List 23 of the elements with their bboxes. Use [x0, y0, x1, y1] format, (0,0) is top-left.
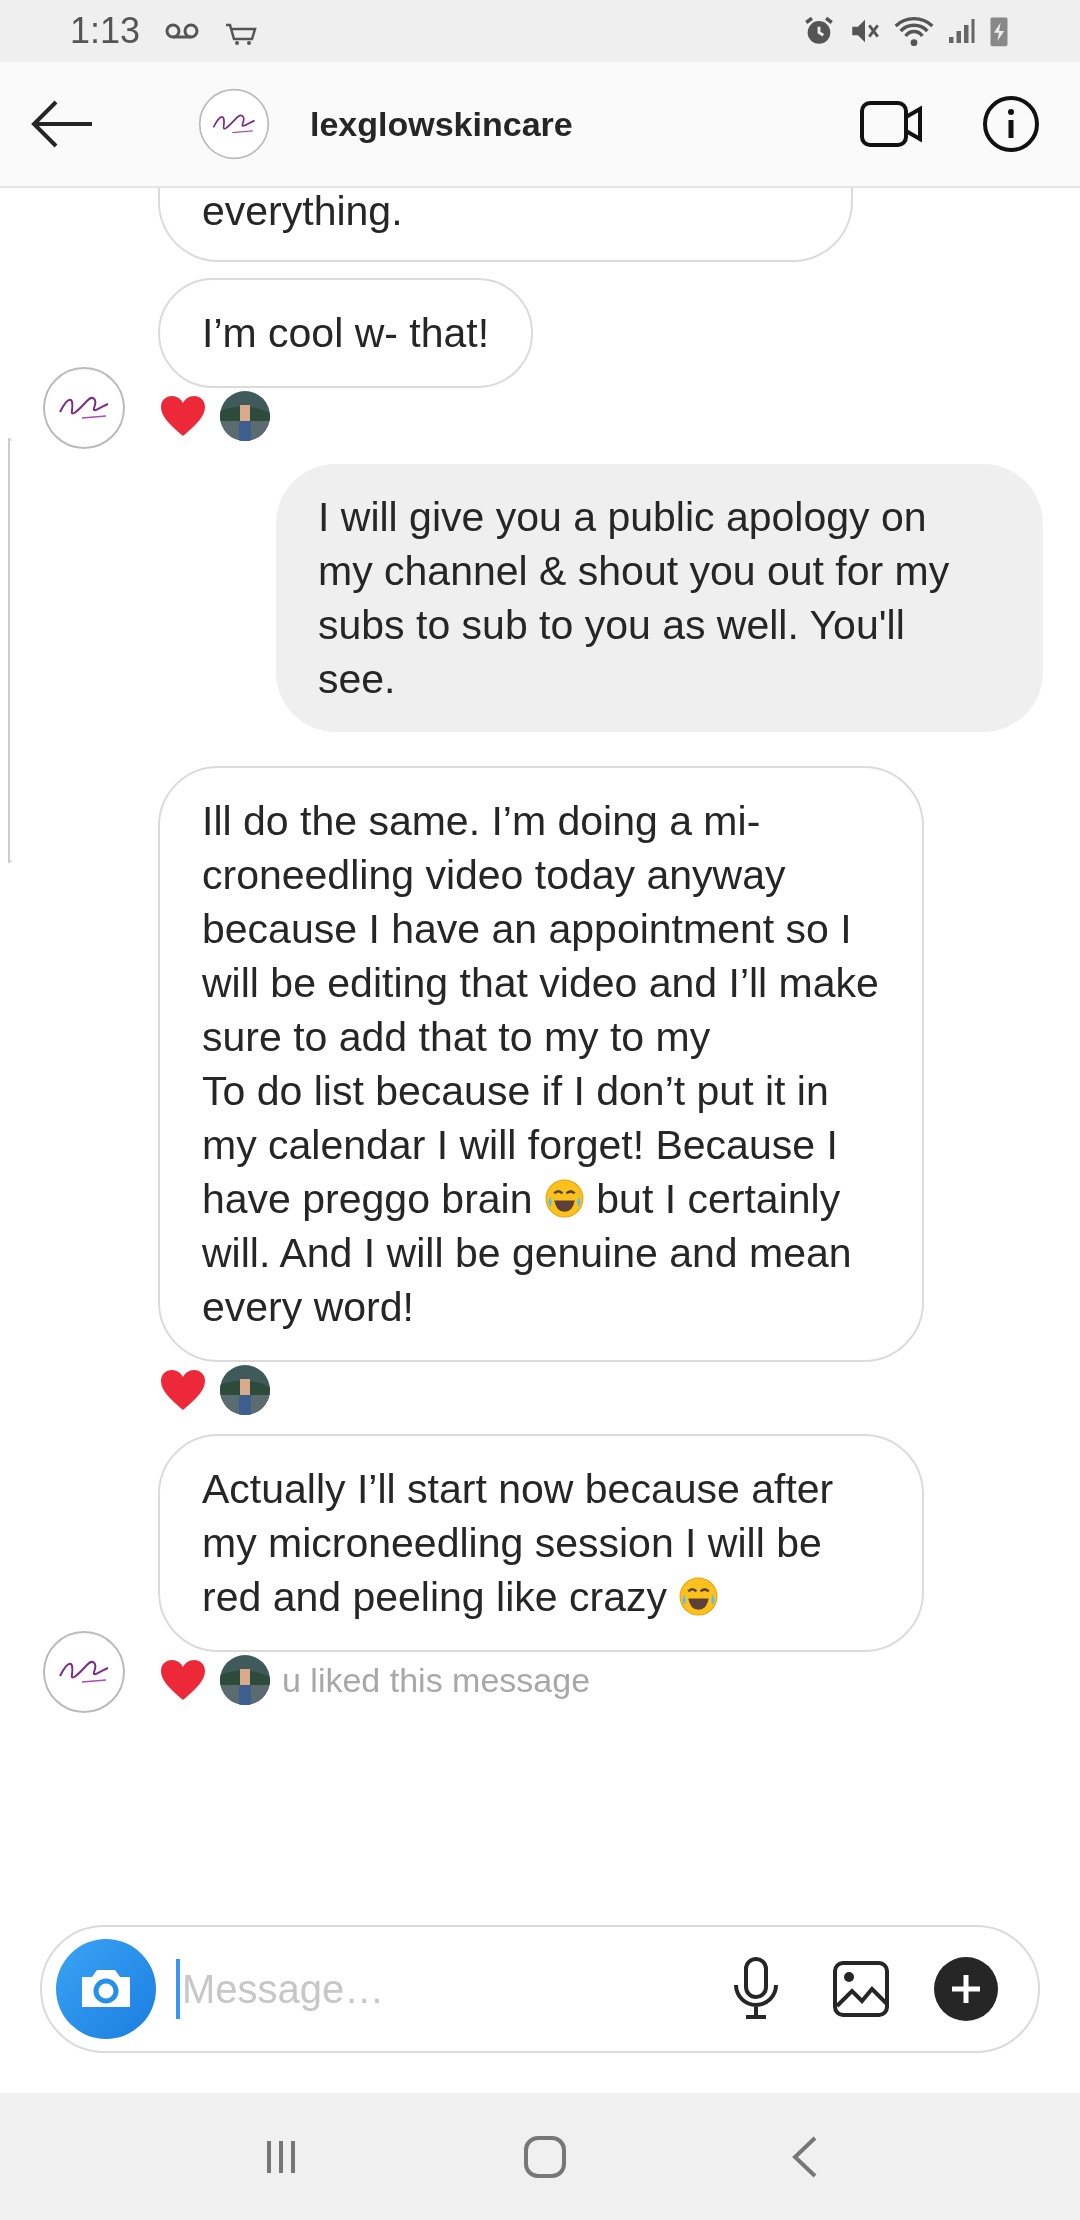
add-icon[interactable] [934, 1957, 998, 2021]
message-bubble: I’m cool w- that! [158, 278, 534, 388]
message-bubble: everything. [158, 188, 853, 262]
camera-button-icon[interactable] [56, 1939, 156, 2039]
microphone-icon[interactable] [732, 1957, 780, 2021]
liked-caption: u liked this message [282, 1659, 591, 1701]
username[interactable]: lexglowskincare [310, 98, 573, 150]
message-bubble: Actually I’ll start now because after my microneedling session I will be red and peeling like crazy [158, 1434, 924, 1652]
message-composer[interactable]: Message… [40, 1925, 1040, 2053]
status-time: 1:13 [70, 9, 141, 53]
wifi-icon [894, 14, 934, 48]
laughing-emoji-icon [543, 1178, 585, 1220]
gallery-icon[interactable] [832, 1960, 890, 2018]
message-input[interactable]: Message… [176, 1959, 732, 2019]
info-icon[interactable] [982, 95, 1040, 153]
home-icon[interactable] [523, 2134, 567, 2179]
battery-icon [988, 14, 1010, 48]
logo-avatar [198, 88, 270, 160]
message-bubble: I will give you a public apology on my channel & shout you out for my subs to sub to you as well. You'll see. [276, 464, 1043, 732]
message-bubble: Ill do the same. I’m doing a mi-croneedling video today anyway because I have an appointment so I will be editing that video and I’ll make sure to add that to my to my To do list because if I don’t put it in my calendar I will forget! Because I have preggo brain but I certainly will. And I will be genuine and mean every word! [158, 766, 924, 1362]
voicemail-icon [164, 21, 201, 41]
back-arrow-icon[interactable] [30, 100, 94, 148]
laughing-emoji-icon [678, 1576, 720, 1618]
